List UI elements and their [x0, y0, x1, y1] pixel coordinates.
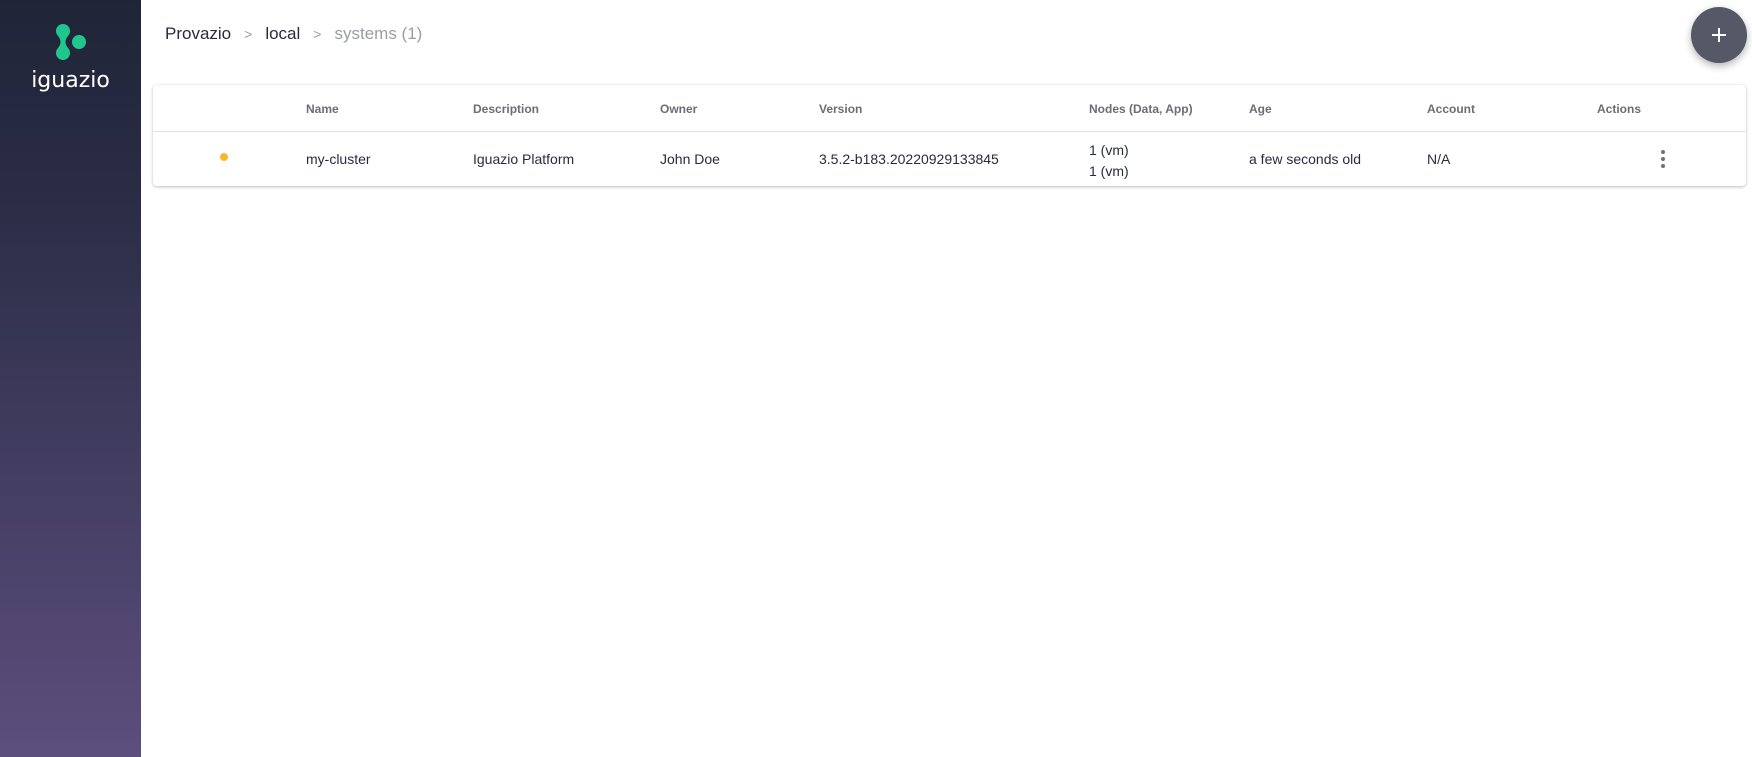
- column-header-actions: Actions: [1597, 102, 1642, 116]
- nodes-app: 1 (vm): [1089, 163, 1129, 179]
- cell-nodes: 1 (vm) 1 (vm): [1089, 140, 1129, 182]
- cell-account: N/A: [1427, 151, 1451, 167]
- breadcrumb-item-local[interactable]: local: [265, 24, 300, 44]
- brand-name: iguazio: [31, 68, 110, 93]
- kebab-dot: [1661, 164, 1665, 168]
- column-header-age[interactable]: Age: [1249, 102, 1272, 116]
- more-vertical-icon[interactable]: [1658, 148, 1668, 170]
- cell-owner: John Doe: [660, 151, 720, 167]
- add-system-button[interactable]: [1691, 7, 1747, 63]
- sidebar: iguazio: [0, 0, 141, 757]
- column-header-account[interactable]: Account: [1427, 102, 1475, 116]
- main-content: Provazio > local > systems (1) Name Desc…: [141, 0, 1752, 757]
- breadcrumb: Provazio > local > systems (1): [165, 24, 422, 44]
- column-header-name[interactable]: Name: [306, 102, 339, 116]
- iguazio-logo-icon: [55, 24, 86, 60]
- table-row[interactable]: my-cluster Iguazio Platform John Doe 3.5…: [153, 133, 1746, 186]
- column-header-owner[interactable]: Owner: [660, 102, 697, 116]
- status-indicator: [220, 153, 228, 161]
- cell-version: 3.5.2-b183.20220929133845: [819, 151, 999, 167]
- cell-name[interactable]: my-cluster: [306, 151, 371, 167]
- nodes-data: 1 (vm): [1089, 142, 1129, 158]
- breadcrumb-separator: >: [313, 26, 322, 42]
- column-header-version[interactable]: Version: [819, 102, 862, 116]
- logo[interactable]: iguazio: [0, 22, 141, 93]
- cell-age: a few seconds old: [1249, 151, 1362, 167]
- column-header-nodes[interactable]: Nodes (Data, App): [1089, 102, 1193, 116]
- breadcrumb-separator: >: [244, 26, 253, 42]
- cell-description: Iguazio Platform: [473, 151, 575, 167]
- breadcrumb-item-provazio[interactable]: Provazio: [165, 24, 231, 44]
- breadcrumb-item-systems: systems (1): [334, 24, 423, 43]
- column-header-description[interactable]: Description: [473, 102, 539, 116]
- table-header: Name Description Owner Version Nodes (Da…: [153, 85, 1746, 132]
- systems-table: Name Description Owner Version Nodes (Da…: [153, 85, 1746, 186]
- kebab-dot: [1661, 150, 1665, 154]
- kebab-dot: [1661, 157, 1665, 161]
- plus-icon: [1712, 28, 1726, 42]
